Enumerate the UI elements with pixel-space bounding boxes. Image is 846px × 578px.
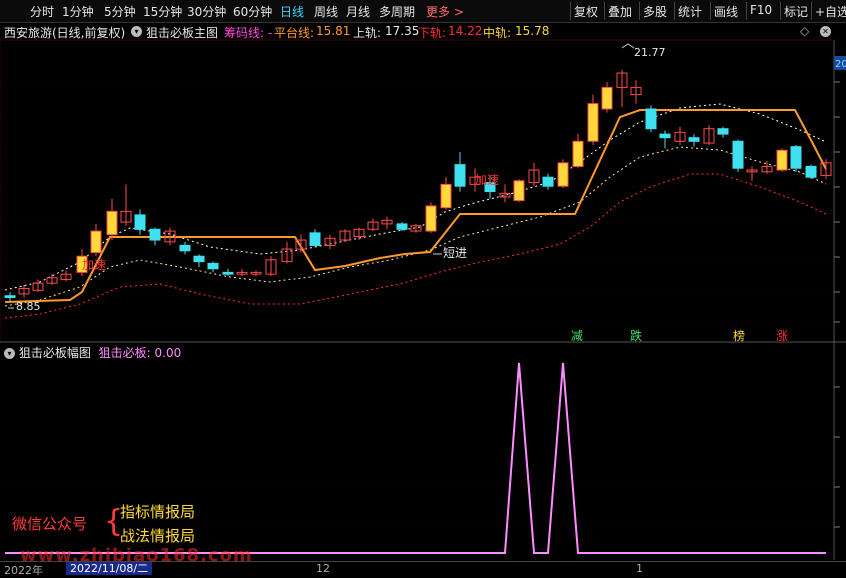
candle-body-15 <box>222 271 234 275</box>
toolbar-button-7[interactable]: +自选 <box>815 3 846 20</box>
toolbar-button-1[interactable]: 叠加 <box>608 3 632 20</box>
period-tab-10[interactable]: 更多 > <box>426 3 464 20</box>
candle-body-35 <box>513 180 525 202</box>
cursor-date: 2022/11/08/二 <box>66 562 153 575</box>
signal-die: 跌 <box>630 328 642 343</box>
month-1-label: 1 <box>636 562 643 575</box>
period-tab-7[interactable]: 周线 <box>314 3 338 20</box>
period-tab-3[interactable]: 15分钟 <box>143 3 182 20</box>
sub-chart-value: 狙击必板: 0.00 <box>98 346 182 360</box>
high-price-label: 21.77 <box>634 46 666 59</box>
candle-body-38 <box>557 162 569 187</box>
candle-body-47 <box>688 137 700 142</box>
toolbar-button-4[interactable]: 画线 <box>714 3 738 20</box>
candle-body-12 <box>179 244 191 252</box>
signal-jian: 减 <box>571 329 583 343</box>
sub-chart-title-bar: ▾ 狙击必板幅图 狙击必板: 0.00 <box>4 344 181 361</box>
period-tab-5[interactable]: 60分钟 <box>233 3 272 20</box>
period-tab-9[interactable]: 多周期 <box>379 3 415 20</box>
short-entry-label: 短进 <box>443 246 467 260</box>
period-tab-1[interactable]: 1分钟 <box>62 3 94 20</box>
candle-body-53 <box>776 149 788 171</box>
candle-body-10 <box>149 228 161 241</box>
period-tab-4[interactable]: 30分钟 <box>187 3 226 20</box>
wechat-account-1: 指标情报局 <box>120 503 196 521</box>
toolbar-button-2[interactable]: 多股 <box>643 3 667 20</box>
month-12-label: 12 <box>316 562 330 575</box>
toolbar-button-5[interactable]: F10 <box>750 3 772 17</box>
toolbar-button-3[interactable]: 统计 <box>678 3 702 20</box>
date-axis: 2022年 2022/11/08/二 12 1 <box>0 561 846 577</box>
lower-band <box>4 173 827 319</box>
period-tab-2[interactable]: 5分钟 <box>104 3 136 20</box>
candle-body-30 <box>440 183 452 209</box>
period-tab-0[interactable]: 分时 <box>30 3 54 20</box>
period-tab-8[interactable]: 月线 <box>346 3 370 20</box>
accel-label-2: 加速 <box>475 173 499 187</box>
candle-body-0 <box>4 295 16 299</box>
high-marker <box>621 43 635 49</box>
signal-bang: 榜 <box>733 328 745 343</box>
period-toolbar: 分时 1分钟 5分钟 15分钟 30分钟 60分钟 日线 周线 月线 多周期 更多 > 复权 叠加 多股统… <box>0 0 846 23</box>
wechat-account-2: 战法情报局 <box>120 527 196 545</box>
candle-body-9 <box>134 214 146 230</box>
platform-line <box>4 109 827 303</box>
candle-body-6 <box>90 230 102 254</box>
candle-body-41 <box>601 86 613 110</box>
candle-body-54 <box>790 146 802 169</box>
candle-body-21 <box>309 232 321 246</box>
candle-body-44 <box>645 108 657 130</box>
toolbar-button-0[interactable]: 复权 <box>574 3 598 20</box>
signal-zhang: 涨 <box>776 328 788 343</box>
upper-band <box>4 103 827 291</box>
candlesticks <box>4 70 832 302</box>
sub-menu-icon[interactable]: ▾ <box>4 348 15 359</box>
price-tag: 20 <box>835 59 846 70</box>
accel-label-1: 加速 <box>82 258 106 272</box>
candle-body-14 <box>207 262 219 270</box>
chart-grid <box>0 39 846 560</box>
kline-chart[interactable]: 21.77 8.85 加速 加速 短进 减 跌 榜 涨 20 <box>0 22 846 561</box>
candle-body-45 <box>659 133 671 139</box>
period-tab-6[interactable]: 日线 <box>280 3 304 20</box>
candle-body-55 <box>805 165 817 178</box>
candle-body-49 <box>717 128 729 135</box>
candle-body-29 <box>425 205 437 232</box>
candle-body-50 <box>732 140 744 169</box>
toolbar-button-6[interactable]: 标记 <box>784 3 808 20</box>
candle-body-40 <box>587 103 599 142</box>
candle-body-27 <box>396 223 408 230</box>
candle-body-37 <box>542 176 554 187</box>
candle-body-31 <box>454 164 466 187</box>
sub-chart-title[interactable]: 狙击必板幅图 <box>19 346 91 360</box>
candle-body-13 <box>193 255 205 263</box>
wechat-label: 微信公众号 <box>12 515 88 533</box>
band-lines <box>4 43 827 319</box>
candle-body-39 <box>572 140 584 167</box>
candle-body-7 <box>106 210 118 236</box>
low-price-label: 8.85 <box>16 300 41 313</box>
main-panel-border <box>0 39 835 343</box>
year-label: 2022年 <box>4 564 43 577</box>
